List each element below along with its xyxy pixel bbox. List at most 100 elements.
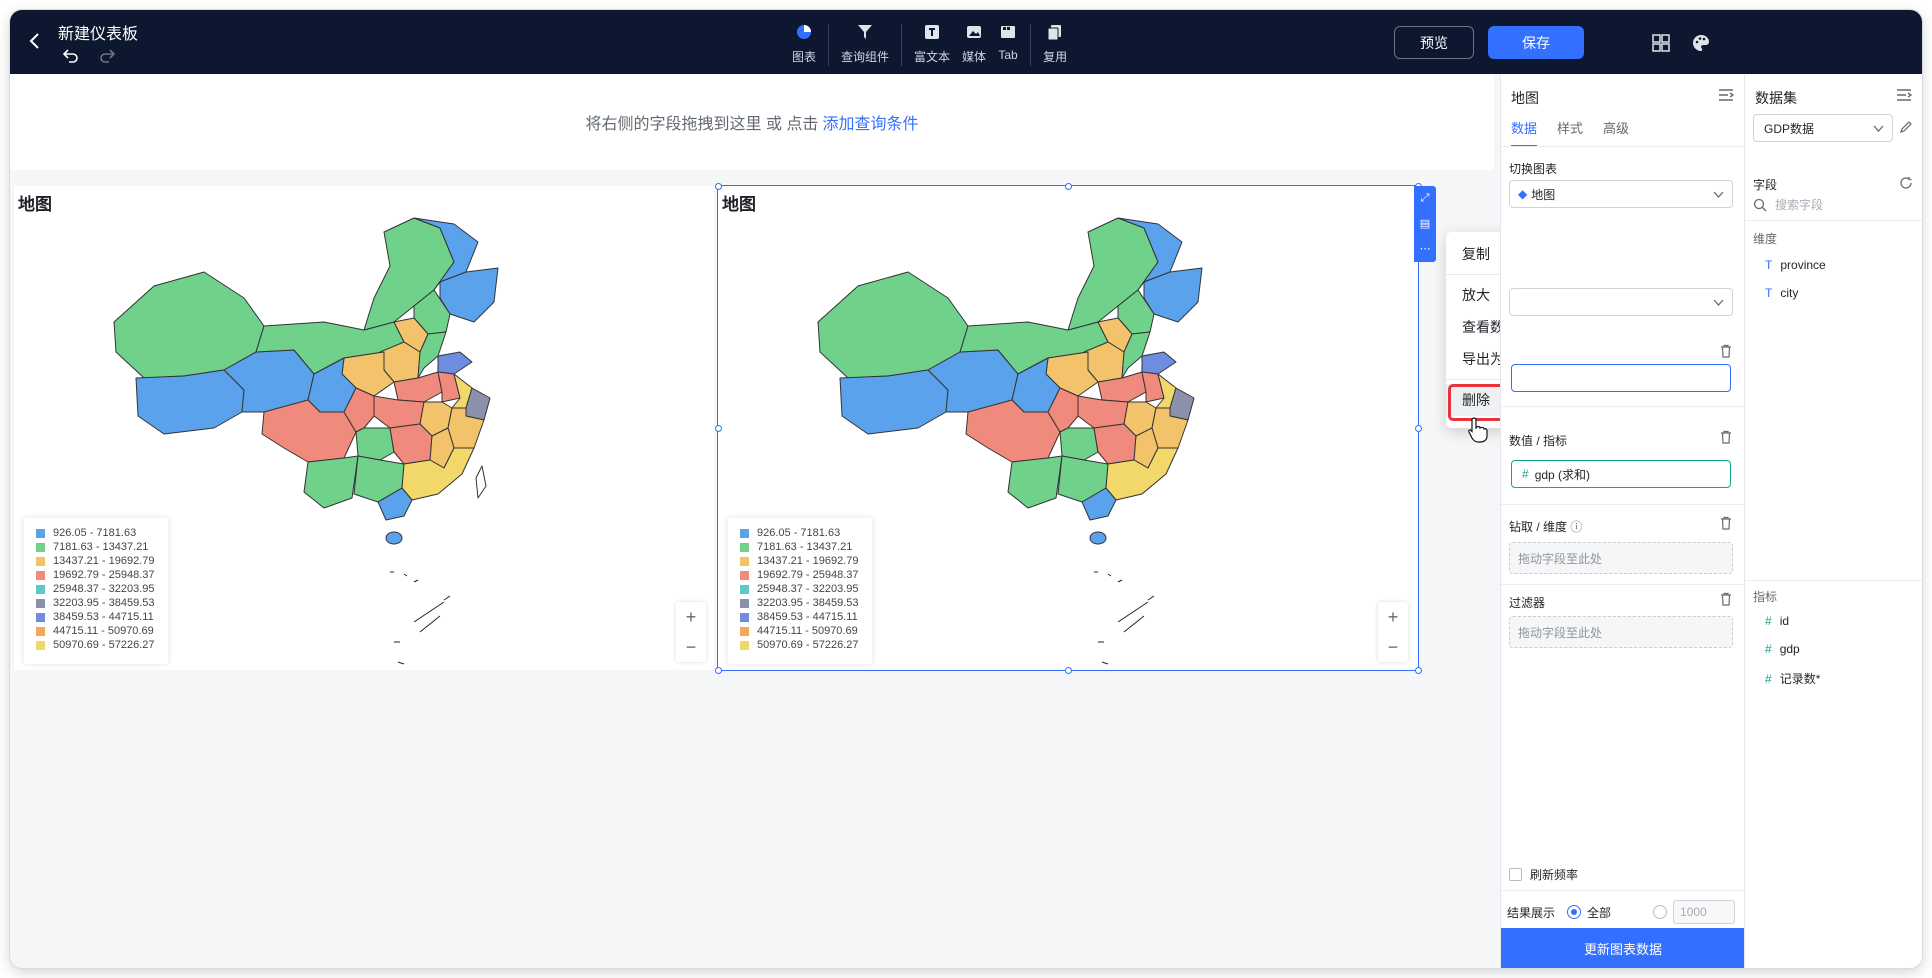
- layout-grid-icon[interactable]: [1650, 32, 1672, 54]
- legend-item[interactable]: 13437.21 - 19692.79: [740, 554, 860, 568]
- map-chart-2[interactable]: 地图 926.05 - 7181.63 7181.63 - 13437.21 1…: [717, 185, 1419, 671]
- legend-item[interactable]: 44715.11 - 50970.69: [740, 624, 860, 638]
- resize-handle[interactable]: [715, 667, 722, 674]
- zoom-in-button[interactable]: +: [1378, 602, 1408, 632]
- text-type-icon: T: [1765, 286, 1773, 300]
- details-icon[interactable]: ▤: [1414, 211, 1436, 236]
- metric-field-id[interactable]: # id: [1765, 614, 1789, 628]
- legend-item[interactable]: 7181.63 - 13437.21: [36, 540, 156, 554]
- collapse-panel-icon[interactable]: [1896, 88, 1912, 102]
- update-chart-data-button[interactable]: 更新图表数据: [1501, 928, 1745, 968]
- result-count-input[interactable]: 1000: [1673, 900, 1736, 924]
- back-icon[interactable]: [24, 30, 46, 52]
- legend-item[interactable]: 19692.79 - 25948.37: [740, 568, 860, 582]
- metric-group-label: 指标: [1753, 590, 1778, 604]
- query-hint-text: 将右侧的字段拖拽到这里 或 点击: [585, 116, 819, 133]
- tab-data[interactable]: 数据: [1511, 118, 1538, 147]
- tab-style[interactable]: 样式: [1557, 118, 1583, 147]
- drill-drop-zone[interactable]: 拖动字段至此处: [1509, 542, 1733, 574]
- tab-icon: [1001, 26, 1016, 38]
- resize-handle[interactable]: [1065, 183, 1072, 190]
- tool-richtext[interactable]: 富文本: [908, 20, 956, 65]
- theme-palette-icon[interactable]: [1690, 32, 1712, 54]
- legend-label: 50970.69 - 57226.27: [53, 639, 155, 651]
- legend-item[interactable]: 25948.37 - 32203.95: [36, 582, 156, 596]
- dashboard-title[interactable]: 新建仪表板: [58, 20, 138, 44]
- add-query-condition-link[interactable]: 添加查询条件: [822, 110, 918, 134]
- dashboard-canvas: 将右侧的字段拖拽到这里 或 点击 添加查询条件 地图 926.05 - 7181…: [10, 74, 1500, 968]
- divider: [1745, 580, 1922, 581]
- metric-field-gdp[interactable]: # gdp: [1765, 642, 1800, 656]
- radio-all[interactable]: [1567, 905, 1582, 919]
- legend-item[interactable]: 926.05 - 7181.63: [740, 526, 860, 540]
- more-icon[interactable]: ⋯: [1414, 236, 1436, 261]
- drill-label-text: 钻取 / 维度: [1509, 520, 1568, 534]
- zoom-in-button[interactable]: +: [676, 602, 706, 632]
- dimension-field-province[interactable]: Tprovince: [1765, 258, 1826, 272]
- trash-icon[interactable]: [1720, 516, 1732, 530]
- preview-button[interactable]: 预览: [1394, 26, 1474, 59]
- legend-item[interactable]: 38459.53 - 44715.11: [36, 610, 156, 624]
- tool-reuse[interactable]: 复用: [1037, 20, 1073, 65]
- collapse-panel-icon[interactable]: [1718, 88, 1734, 102]
- zoom-out-button[interactable]: −: [1378, 632, 1408, 662]
- legend-item[interactable]: 38459.53 - 44715.11: [740, 610, 860, 624]
- legend-item[interactable]: 32203.95 - 38459.53: [36, 596, 156, 610]
- legend-item[interactable]: 25948.37 - 32203.95: [740, 582, 860, 596]
- zoom-out-button[interactable]: −: [676, 632, 706, 662]
- expand-icon[interactable]: ⤢: [1414, 186, 1436, 211]
- legend-label: 926.05 - 7181.63: [757, 527, 841, 539]
- field-name: gdp: [1779, 642, 1800, 656]
- legend-item[interactable]: 44715.11 - 50970.69: [36, 624, 156, 638]
- legend-item[interactable]: 926.05 - 7181.63: [36, 526, 156, 540]
- legend-item[interactable]: 32203.95 - 38459.53: [740, 596, 860, 610]
- tab-advanced[interactable]: 高级: [1603, 118, 1629, 147]
- legend-label: 44715.11 - 50970.69: [757, 625, 858, 637]
- dimension-field-city[interactable]: Tcity: [1765, 286, 1798, 300]
- field-search[interactable]: 搜索字段: [1753, 196, 1823, 213]
- china-map[interactable]: [798, 202, 1338, 670]
- redo-icon[interactable]: [98, 46, 116, 64]
- tool-chart[interactable]: 图表: [786, 20, 822, 65]
- refresh-icon[interactable]: [1899, 176, 1913, 190]
- number-type-icon: #: [1765, 614, 1772, 628]
- metric-field-chip[interactable]: # gdp (求和): [1511, 460, 1731, 488]
- legend-item[interactable]: 50970.69 - 57226.27: [740, 638, 860, 652]
- resize-handle[interactable]: [1065, 667, 1072, 674]
- result-display-label: 结果展示: [1507, 905, 1556, 920]
- metric-field-record-count[interactable]: # 记录数*: [1765, 670, 1820, 687]
- map-chart-1[interactable]: 地图 926.05 - 7181.63 7181.63 - 13437.21 1…: [14, 186, 714, 670]
- china-map[interactable]: [94, 202, 634, 670]
- search-icon: [1753, 198, 1767, 211]
- dataset-select[interactable]: GDP数据: [1753, 114, 1893, 142]
- dimension-select[interactable]: [1509, 288, 1733, 316]
- trash-icon[interactable]: [1720, 592, 1732, 606]
- dimension-field-slot[interactable]: [1511, 364, 1731, 392]
- filter-drop-zone[interactable]: 拖动字段至此处: [1509, 616, 1733, 648]
- resize-handle[interactable]: [715, 425, 722, 432]
- save-button[interactable]: 保存: [1488, 26, 1584, 59]
- resize-handle[interactable]: [1415, 425, 1422, 432]
- refresh-frequency-checkbox[interactable]: 刷新频率: [1509, 866, 1578, 883]
- radio-limit[interactable]: [1653, 905, 1668, 919]
- result-display-row: 结果展示 全部 1000: [1507, 900, 1736, 924]
- resize-handle[interactable]: [715, 183, 722, 190]
- edit-icon[interactable]: [1899, 120, 1913, 134]
- legend-item[interactable]: 7181.63 - 13437.21: [740, 540, 860, 554]
- refresh-frequency-label: 刷新频率: [1530, 868, 1579, 882]
- tool-media[interactable]: 媒体: [956, 20, 992, 65]
- legend-label: 7181.63 - 13437.21: [53, 541, 149, 553]
- legend-item[interactable]: 19692.79 - 25948.37: [36, 568, 156, 582]
- resize-handle[interactable]: [1415, 667, 1422, 674]
- dimension-group-label: 维度: [1753, 232, 1778, 246]
- tool-query[interactable]: 查询组件: [835, 20, 895, 65]
- undo-icon[interactable]: [62, 46, 80, 64]
- query-condition-area[interactable]: 将右侧的字段拖拽到这里 或 点击 添加查询条件: [10, 74, 1494, 170]
- legend-item[interactable]: 13437.21 - 19692.79: [36, 554, 156, 568]
- trash-icon[interactable]: [1720, 430, 1732, 444]
- legend-item[interactable]: 50970.69 - 57226.27: [36, 638, 156, 652]
- number-type-icon: #: [1765, 671, 1772, 686]
- chart-type-select[interactable]: ◆ 地图: [1509, 180, 1733, 208]
- trash-icon[interactable]: [1720, 344, 1732, 358]
- tool-tab[interactable]: Tab: [992, 20, 1024, 62]
